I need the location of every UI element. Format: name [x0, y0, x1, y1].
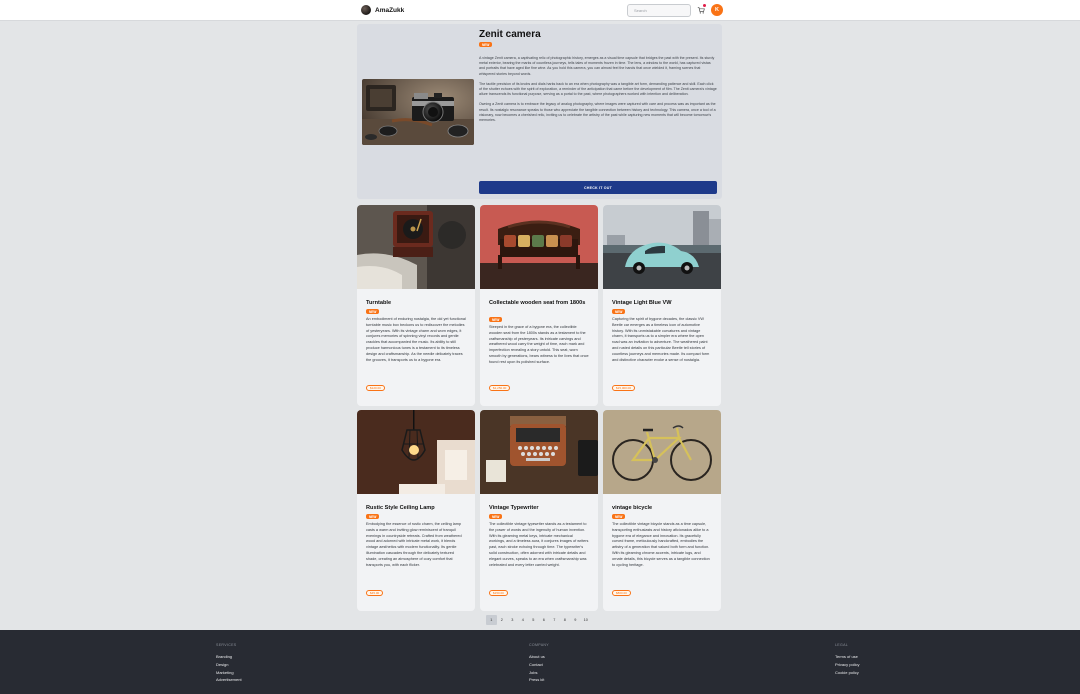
ceiling-lamp-image — [357, 410, 475, 494]
footer-heading: SERVICES — [216, 643, 237, 647]
top-navbar: AmaZukk K — [0, 0, 1080, 21]
new-badge: NEW — [366, 309, 380, 314]
cart-icon[interactable] — [697, 6, 705, 14]
search-input[interactable] — [627, 4, 691, 17]
brand[interactable]: AmaZukk — [361, 5, 404, 15]
product-title: Turntable — [366, 300, 392, 306]
product-title: vintage bicycle — [612, 505, 653, 511]
page-6-button[interactable]: 6 — [539, 615, 550, 625]
footer-company: COMPANY About us Contact Jobs Press kit — [529, 643, 549, 684]
new-badge: NEW — [479, 42, 493, 47]
product-card[interactable]: Vintage Light Blue VW NEW Capturing the … — [603, 205, 721, 406]
footer-link-advertisement[interactable]: Advertisement — [216, 676, 242, 684]
page-10-button[interactable]: 10 — [581, 615, 592, 625]
price-tag: $150.00 — [489, 590, 508, 596]
hero-paragraph: Owning a Zenit camera is to embrace the … — [479, 102, 716, 123]
vw-beetle-image — [603, 205, 721, 289]
product-card[interactable]: Rustic Style Ceiling Lamp NEW Embodying … — [357, 410, 475, 611]
pagination: 1 2 3 4 5 6 7 8 9 10 — [486, 615, 591, 625]
product-description: The collectible vintage typewriter stand… — [489, 522, 589, 567]
product-title: Vintage Light Blue VW — [612, 300, 672, 306]
hero-description: A vintage Zenit camera, a captivating re… — [479, 56, 717, 128]
footer-heading: COMPANY — [529, 643, 550, 647]
new-badge: NEW — [489, 317, 503, 322]
zenit-camera-image — [362, 79, 474, 145]
new-badge: NEW — [366, 514, 380, 519]
page-3-button[interactable]: 3 — [507, 615, 518, 625]
turntable-image — [357, 205, 475, 289]
price-tag: $15,000.00 — [612, 385, 636, 391]
footer-heading: LEGAL — [835, 643, 849, 647]
product-card[interactable]: Vintage Typewriter NEW The collectible v… — [480, 410, 598, 611]
product-description: Capturing the spirit of bygone decades, … — [612, 317, 710, 362]
page-7-button[interactable]: 7 — [549, 615, 560, 625]
price-tag: $800.00 — [612, 590, 631, 596]
page-4-button[interactable]: 4 — [518, 615, 529, 625]
new-badge: NEW — [612, 309, 626, 314]
footer-link-press-kit[interactable]: Press kit — [529, 676, 549, 684]
product-title: Collectable wooden seat from 1800s — [489, 300, 586, 306]
avatar[interactable]: K — [711, 4, 723, 16]
brand-logo-icon — [361, 5, 371, 15]
product-title: Rustic Style Ceiling Lamp — [366, 505, 435, 511]
footer-link-jobs[interactable]: Jobs — [529, 669, 549, 677]
featured-product: Zenit camera NEW A vintage Zenit camera,… — [357, 24, 722, 199]
product-description: Embodying the essence of rustic charm, t… — [366, 522, 462, 567]
page-2-button[interactable]: 2 — [497, 615, 508, 625]
page-5-button[interactable]: 5 — [528, 615, 539, 625]
new-badge: NEW — [489, 514, 503, 519]
footer-link-marketing[interactable]: Marketing — [216, 669, 242, 677]
footer-legal: LEGAL Terms of use Privacy policy Cookie… — [835, 643, 859, 676]
page-1-button[interactable]: 1 — [486, 615, 497, 625]
footer-link-about[interactable]: About us — [529, 653, 549, 661]
footer-link-cookie[interactable]: Cookie policy — [835, 669, 859, 677]
product-description: The collectible vintage bicycle stands a… — [612, 522, 710, 567]
page-8-button[interactable]: 8 — [560, 615, 571, 625]
price-tag: $120.00 — [366, 385, 385, 391]
hero-title: Zenit camera — [479, 29, 541, 40]
footer-link-design[interactable]: Design — [216, 661, 242, 669]
product-card[interactable]: Collectable wooden seat from 1800s NEW S… — [480, 205, 598, 406]
footer-link-branding[interactable]: Branding — [216, 653, 242, 661]
price-tag: $1,250.00 — [489, 385, 511, 391]
footer: SERVICES Branding Design Marketing Adver… — [0, 630, 1080, 694]
product-description: An embodiment of enduring nostalgia, the… — [366, 317, 466, 362]
cart-badge — [703, 4, 706, 7]
check-it-out-button[interactable]: CHECK IT OUT — [479, 181, 717, 194]
product-title: Vintage Typewriter — [489, 505, 539, 511]
footer-services: SERVICES Branding Design Marketing Adver… — [216, 643, 242, 684]
page-9-button[interactable]: 9 — [570, 615, 581, 625]
hero-paragraph: The tactile precision of its knobs and d… — [479, 81, 717, 97]
price-tag: $45.00 — [366, 590, 384, 596]
hero-paragraph: A vintage Zenit camera, a captivating re… — [479, 56, 715, 76]
typewriter-image — [480, 410, 598, 494]
wooden-seat-image — [480, 205, 598, 289]
product-card[interactable]: vintage bicycle NEW The collectible vint… — [603, 410, 721, 611]
product-card[interactable]: Turntable NEW An embodiment of enduring … — [357, 205, 475, 406]
new-badge: NEW — [612, 514, 626, 519]
footer-link-terms[interactable]: Terms of use — [835, 653, 859, 661]
bicycle-image — [603, 410, 721, 494]
brand-name: AmaZukk — [375, 6, 405, 14]
footer-link-privacy[interactable]: Privacy policy — [835, 661, 859, 669]
product-description: Steeped in the grace of a bygone era, th… — [489, 325, 589, 364]
footer-link-contact[interactable]: Contact — [529, 661, 549, 669]
